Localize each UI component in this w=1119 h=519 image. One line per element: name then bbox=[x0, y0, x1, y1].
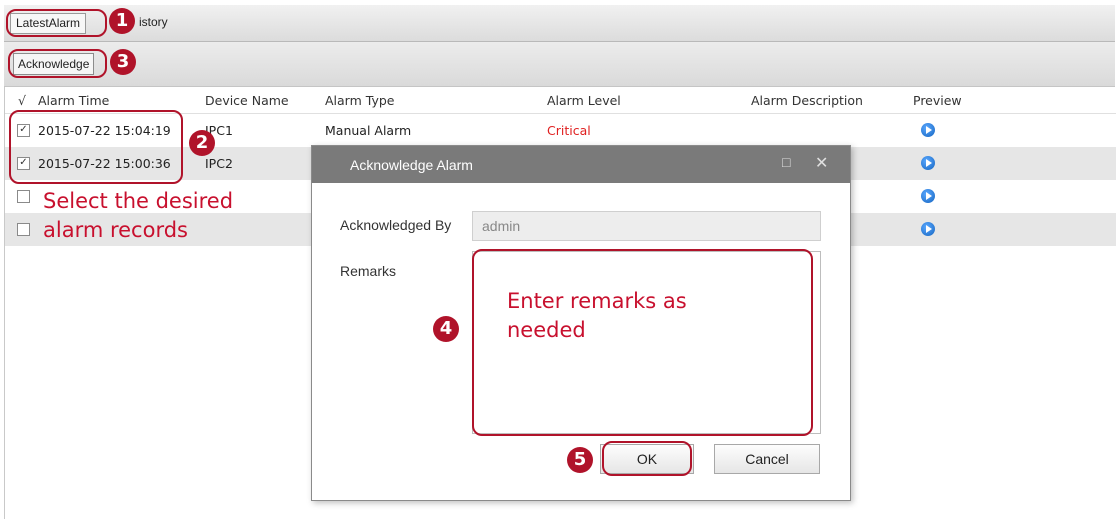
annotation-step-1: 1 bbox=[109, 8, 135, 34]
toolbar: Acknowledge bbox=[4, 42, 1115, 87]
annotation-step-3: 3 bbox=[110, 49, 136, 75]
dialog-title: Acknowledge Alarm bbox=[350, 157, 473, 173]
annotation-step-4: 4 bbox=[433, 316, 459, 342]
annotation-remarks-text: Enter remarks as needed bbox=[507, 287, 687, 345]
preview-play-icon[interactable] bbox=[921, 222, 935, 236]
alarm-type-cell: Manual Alarm bbox=[325, 123, 412, 138]
header-alarm-level[interactable]: Alarm Level bbox=[547, 93, 621, 108]
annotation-select-text: Select the desired alarm records bbox=[43, 187, 233, 245]
alarm-level-cell: Critical bbox=[547, 123, 591, 138]
maximize-icon[interactable]: □ bbox=[782, 154, 790, 170]
preview-play-icon[interactable] bbox=[921, 189, 935, 203]
annotation-step-5: 5 bbox=[567, 447, 593, 473]
header-alarm-description[interactable]: Alarm Description bbox=[751, 93, 863, 108]
dialog-title-bar[interactable]: Acknowledge Alarm □ ✕ bbox=[312, 146, 850, 183]
preview-play-icon[interactable] bbox=[921, 123, 935, 137]
annotation-highlight-ok bbox=[602, 441, 692, 476]
header-device-name[interactable]: Device Name bbox=[205, 93, 289, 108]
cancel-button[interactable]: Cancel bbox=[714, 444, 820, 474]
remarks-label: Remarks bbox=[340, 263, 397, 279]
preview-play-icon[interactable] bbox=[921, 156, 935, 170]
acknowledged-by-label: Acknowledged By bbox=[340, 217, 452, 233]
header-alarm-time[interactable]: Alarm Time bbox=[38, 93, 109, 108]
header-preview[interactable]: Preview bbox=[913, 93, 962, 108]
device-name-cell: IPC2 bbox=[205, 156, 233, 171]
tab-bar: LatestAlarm istory bbox=[4, 5, 1115, 42]
annotation-highlight-latest-alarm bbox=[6, 9, 107, 37]
close-icon[interactable]: ✕ bbox=[815, 153, 828, 173]
annotation-remarks-text-line1: Enter remarks as bbox=[507, 289, 687, 313]
annotation-highlight-selected-rows bbox=[9, 110, 183, 184]
row-checkbox[interactable] bbox=[17, 190, 30, 203]
annotation-select-text-line1: Select the desired bbox=[43, 189, 234, 213]
annotation-remarks-text-line2: needed bbox=[507, 318, 586, 342]
row-checkbox[interactable] bbox=[17, 223, 30, 236]
annotation-select-text-line2: alarm records bbox=[43, 218, 188, 242]
acknowledged-by-field: admin bbox=[472, 211, 821, 241]
header-alarm-type[interactable]: Alarm Type bbox=[325, 93, 394, 108]
annotation-step-2: 2 bbox=[189, 130, 215, 156]
header-check[interactable]: √ bbox=[18, 93, 26, 108]
annotation-highlight-acknowledge bbox=[8, 49, 107, 78]
tab-history[interactable]: istory bbox=[139, 13, 168, 32]
